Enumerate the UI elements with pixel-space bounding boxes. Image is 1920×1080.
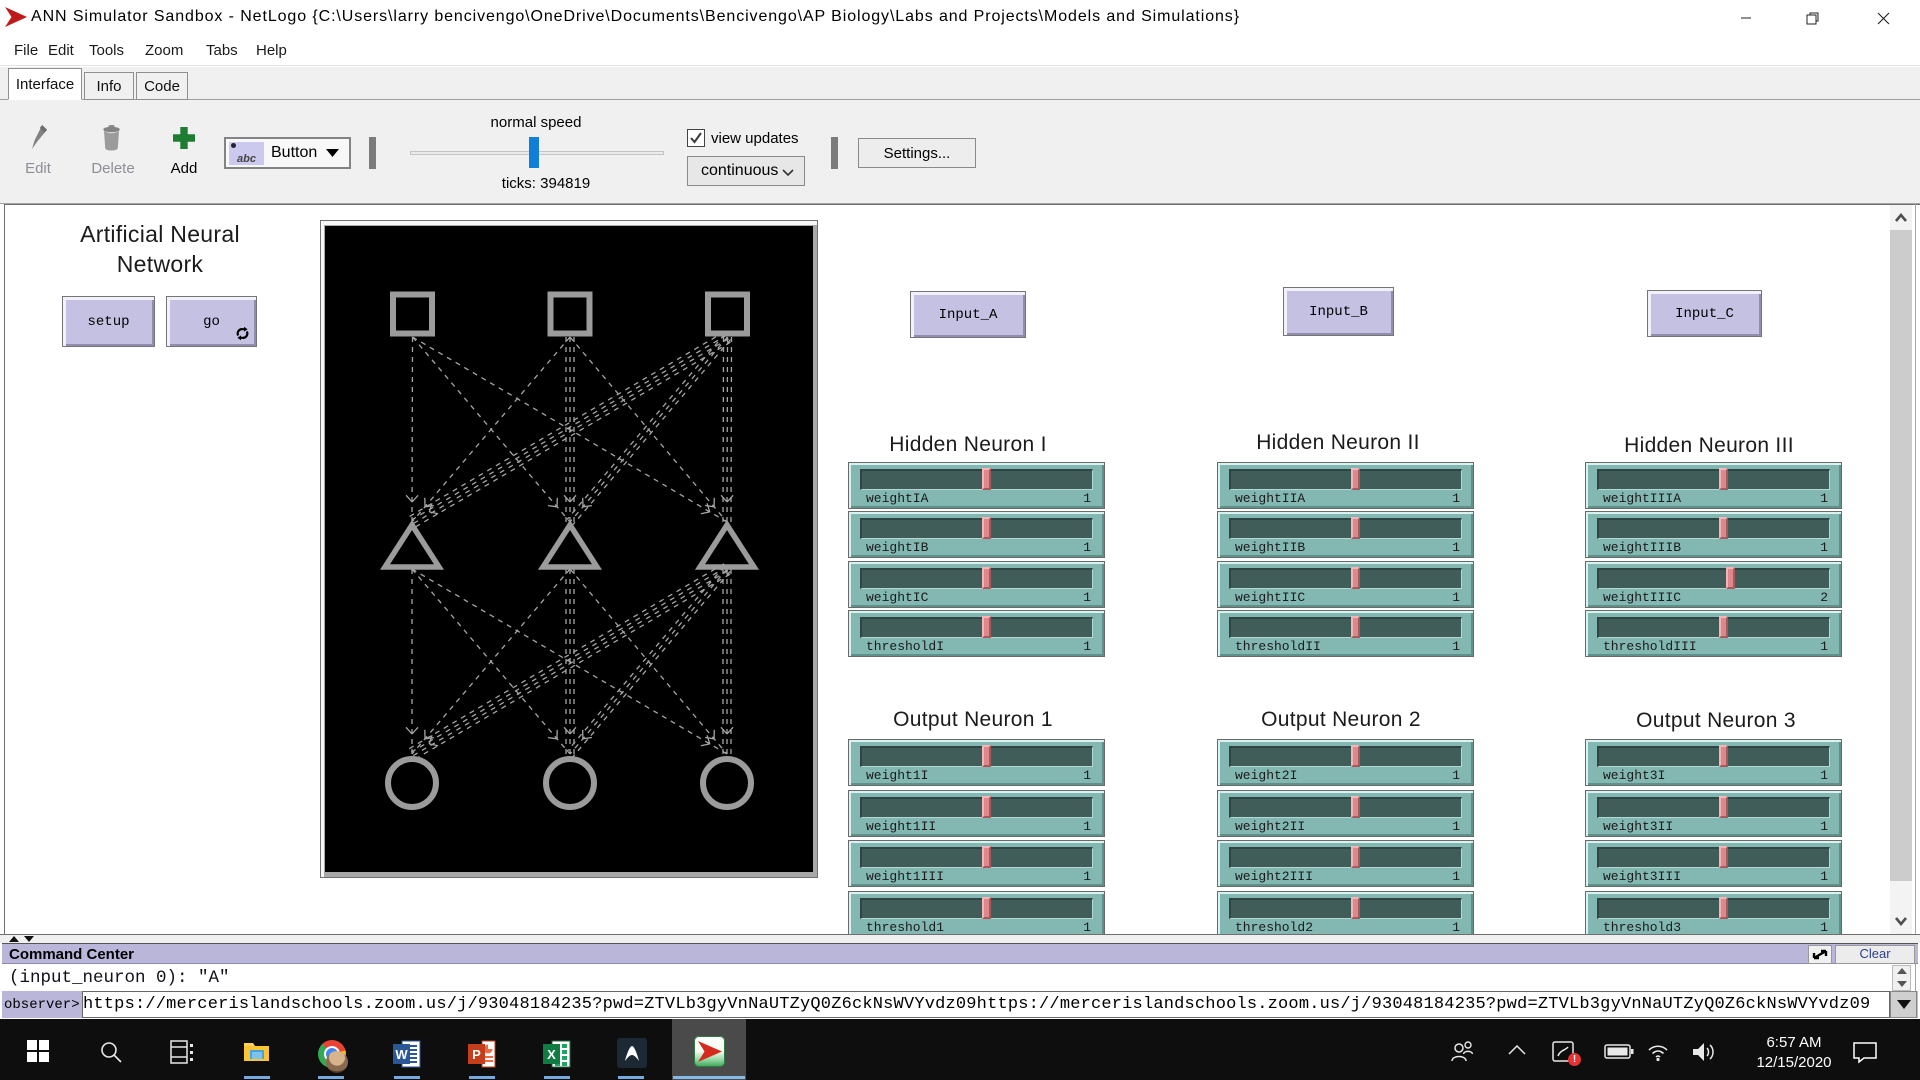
- svg-text:X: X: [547, 1047, 556, 1062]
- svg-text:P: P: [472, 1047, 481, 1062]
- svg-text:W: W: [395, 1047, 408, 1062]
